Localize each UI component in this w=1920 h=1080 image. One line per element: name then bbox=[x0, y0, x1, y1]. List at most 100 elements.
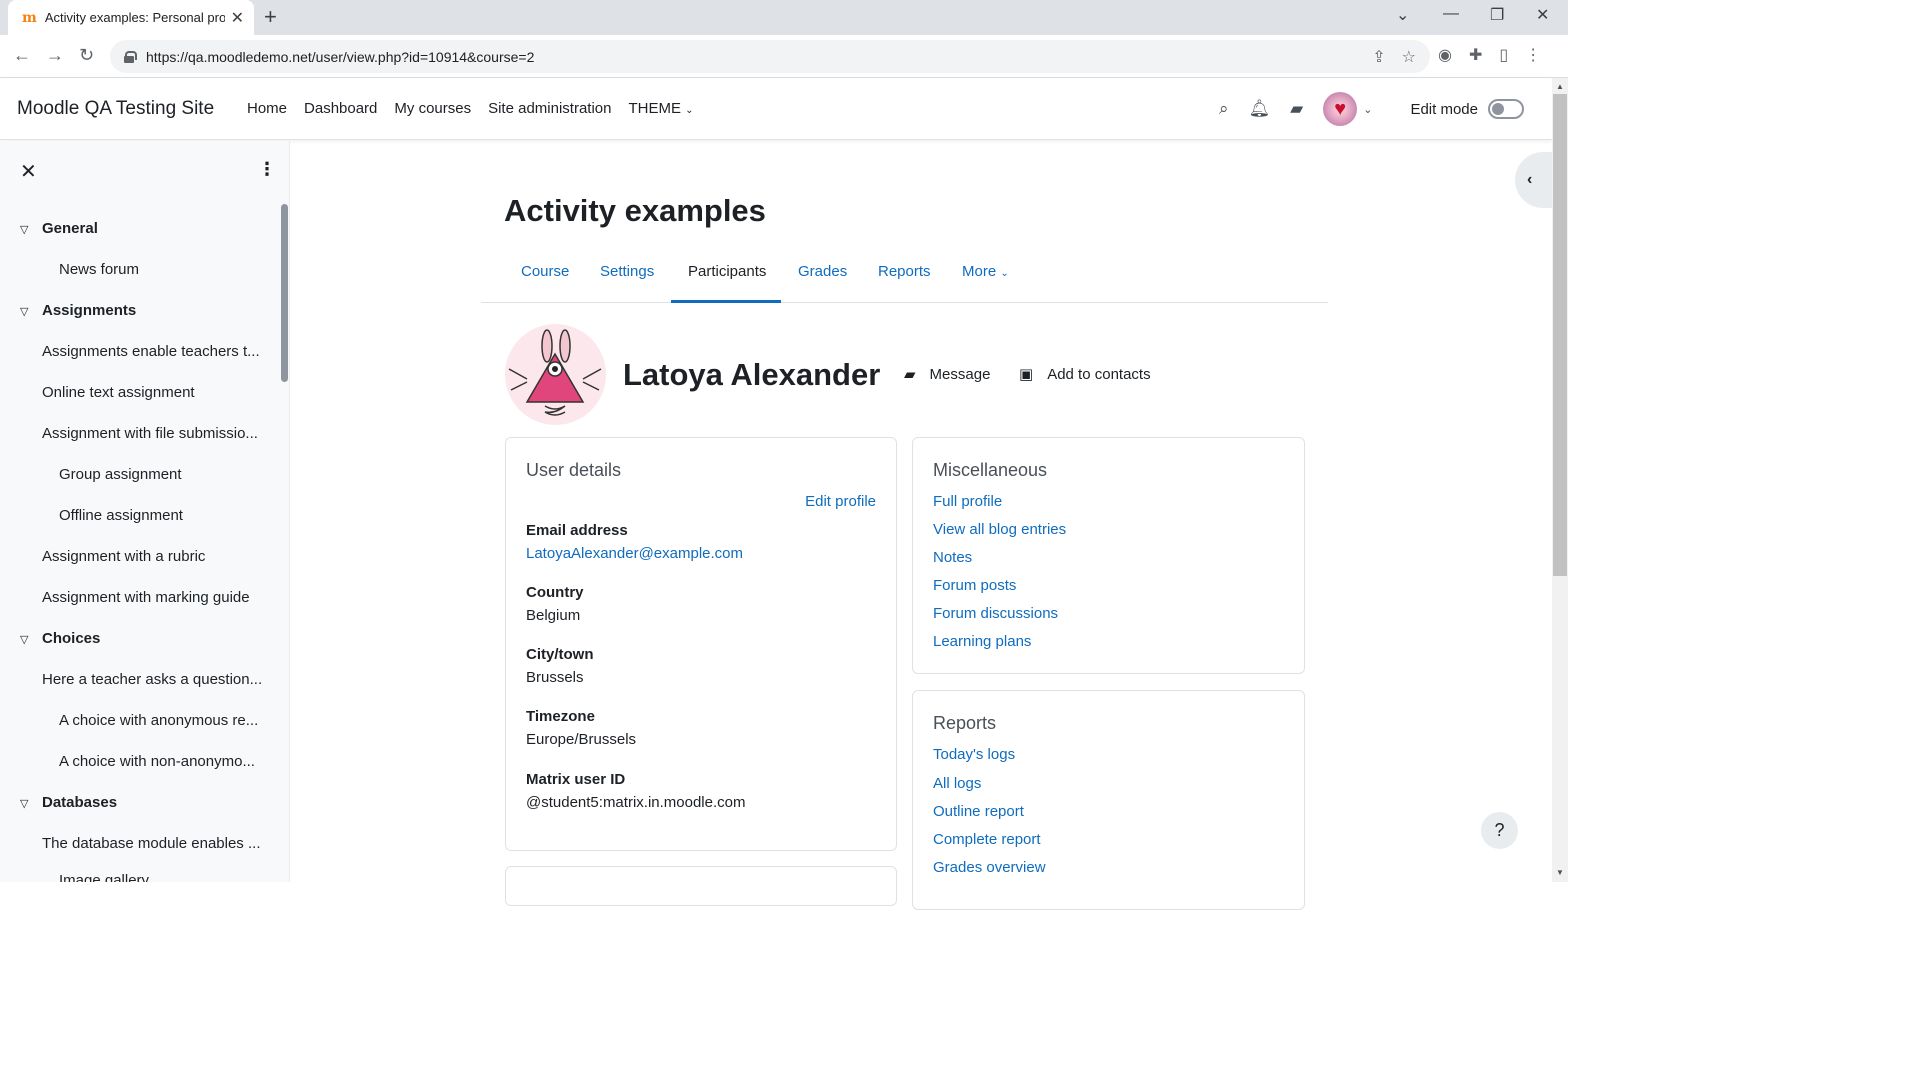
close-window-icon[interactable]: ✕ bbox=[1536, 5, 1549, 25]
course-index-section-assignments[interactable]: Assignments bbox=[42, 302, 136, 319]
nav-theme[interactable]: THEME ⌄ bbox=[629, 100, 694, 117]
site-name[interactable]: Moodle QA Testing Site bbox=[17, 98, 214, 120]
course-index-item[interactable]: A choice with anonymous re... bbox=[59, 712, 258, 729]
course-index-section-general[interactable]: General bbox=[42, 220, 98, 237]
next-card bbox=[505, 866, 897, 906]
field-label: City/town bbox=[526, 646, 594, 663]
email-link[interactable]: LatoyaAlexander@example.com bbox=[526, 545, 743, 562]
course-index-item[interactable]: News forum bbox=[59, 261, 139, 278]
chevron-left-icon: ‹ bbox=[1527, 171, 1533, 188]
course-index-item[interactable]: The database module enables ... bbox=[42, 835, 260, 852]
course-index-item[interactable]: Assignments enable teachers t... bbox=[42, 343, 260, 360]
drawer-scrollbar[interactable] bbox=[281, 204, 288, 382]
field-value: Brussels bbox=[526, 669, 584, 686]
scroll-up-arrow-icon[interactable]: ▲ bbox=[1556, 82, 1564, 91]
chevron-down-icon: ⌄ bbox=[1000, 268, 1009, 279]
chevron-down-icon[interactable]: ▽ bbox=[20, 305, 28, 318]
user-menu-chevron-icon[interactable]: ⌄ bbox=[1363, 103, 1372, 116]
tab-participants[interactable]: Participants bbox=[688, 263, 766, 280]
field-value: @student5:matrix.in.moodle.com bbox=[526, 794, 746, 811]
nav-home[interactable]: Home bbox=[247, 100, 287, 117]
browser-menu-icon[interactable]: ⋮ bbox=[1525, 45, 1541, 65]
tab-reports[interactable]: Reports bbox=[878, 263, 931, 280]
tab-grades[interactable]: Grades bbox=[798, 263, 847, 280]
bookmark-star-icon[interactable]: ☆ bbox=[1402, 47, 1416, 67]
search-icon[interactable]: ⌕ bbox=[1219, 99, 1229, 119]
tab-course[interactable]: Course bbox=[521, 263, 569, 280]
heart-icon: ♥ bbox=[1334, 97, 1347, 120]
chevron-down-icon[interactable]: ▽ bbox=[20, 633, 28, 646]
scroll-down-arrow-icon[interactable]: ▼ bbox=[1556, 868, 1564, 877]
forward-icon[interactable]: → bbox=[46, 45, 64, 65]
minimize-icon[interactable]: — bbox=[1443, 5, 1459, 23]
message-button[interactable]: ▰ Message bbox=[904, 365, 990, 384]
full-profile-link[interactable]: Full profile bbox=[933, 493, 1002, 510]
forum-posts-link[interactable]: Forum posts bbox=[933, 577, 1016, 594]
chevron-down-icon[interactable]: ▽ bbox=[20, 797, 28, 810]
outline-report-link[interactable]: Outline report bbox=[933, 803, 1024, 820]
field-label: Timezone bbox=[526, 708, 595, 725]
course-index-item[interactable]: Online text assignment bbox=[42, 384, 195, 401]
chevron-down-icon[interactable]: ▽ bbox=[20, 223, 28, 236]
tab-search-icon[interactable]: ⌄ bbox=[1396, 5, 1409, 25]
bunny-monster-avatar-icon bbox=[508, 329, 602, 416]
course-index-item[interactable]: A choice with non-anonymo... bbox=[59, 753, 255, 770]
learning-plans-link[interactable]: Learning plans bbox=[933, 633, 1031, 650]
edit-mode-toggle[interactable] bbox=[1488, 99, 1524, 119]
course-index-item[interactable]: Assignment with marking guide bbox=[42, 589, 250, 606]
course-index-item[interactable]: Offline assignment bbox=[59, 507, 183, 524]
forum-discussions-link[interactable]: Forum discussions bbox=[933, 605, 1058, 622]
course-index-item[interactable]: Assignment with a rubric bbox=[42, 548, 205, 565]
help-button[interactable]: ? bbox=[1481, 812, 1518, 849]
browser-tab[interactable]: m Activity examples: Personal profil ✕ bbox=[8, 0, 254, 35]
share-icon[interactable]: ⇪ bbox=[1372, 47, 1385, 67]
all-logs-link[interactable]: All logs bbox=[933, 775, 981, 792]
restore-icon[interactable]: ❐ bbox=[1490, 5, 1504, 25]
nav-my-courses[interactable]: My courses bbox=[394, 100, 471, 117]
kebab-menu-icon[interactable]: ⋮ bbox=[258, 159, 276, 180]
nav-theme-label: THEME bbox=[628, 100, 682, 117]
side-panel-icon[interactable]: ▯ bbox=[1499, 45, 1508, 65]
extension-icon[interactable]: ◉ bbox=[1438, 45, 1452, 65]
messages-icon[interactable]: ▰ bbox=[1290, 99, 1303, 119]
address-bar[interactable]: https://qa.moodledemo.net/user/view.php?… bbox=[110, 40, 1430, 73]
page-title: Activity examples bbox=[504, 193, 766, 228]
grades-overview-link[interactable]: Grades overview bbox=[933, 859, 1046, 876]
course-index-item[interactable]: Image gallery bbox=[59, 872, 149, 882]
reload-icon[interactable]: ↻ bbox=[79, 45, 94, 65]
address-card-icon: ▣ bbox=[1019, 366, 1034, 383]
edit-mode-label: Edit mode bbox=[1410, 100, 1478, 118]
page-scrollbar[interactable]: ▲ ▼ bbox=[1552, 78, 1568, 882]
notification-bell-icon[interactable]: 🔔︎ bbox=[1249, 99, 1271, 119]
back-icon[interactable]: ← bbox=[13, 45, 31, 65]
nav-dashboard[interactable]: Dashboard bbox=[304, 100, 377, 117]
course-index-item[interactable]: Here a teacher asks a question... bbox=[42, 671, 262, 688]
blog-entries-link[interactable]: View all blog entries bbox=[933, 521, 1066, 538]
user-menu-avatar[interactable]: ♥ bbox=[1323, 92, 1358, 126]
message-bubble-icon: ▰ bbox=[904, 366, 916, 383]
new-tab-icon[interactable]: + bbox=[264, 6, 277, 28]
notes-link[interactable]: Notes bbox=[933, 549, 972, 566]
tab-close-icon[interactable]: ✕ bbox=[231, 8, 244, 28]
nav-site-administration[interactable]: Site administration bbox=[488, 100, 611, 117]
course-index-section-choices[interactable]: Choices bbox=[42, 630, 100, 647]
open-block-drawer-button[interactable]: ‹ bbox=[1515, 152, 1555, 208]
course-index-item[interactable]: Assignment with file submissio... bbox=[42, 425, 258, 442]
todays-logs-link[interactable]: Today's logs bbox=[933, 746, 1015, 763]
lock-icon[interactable] bbox=[124, 50, 137, 63]
edit-profile-link[interactable]: Edit profile bbox=[805, 493, 876, 510]
miscellaneous-card: Miscellaneous Full profile View all blog… bbox=[912, 437, 1305, 674]
course-index-item[interactable]: Group assignment bbox=[59, 466, 182, 483]
card-title: Reports bbox=[933, 713, 997, 733]
scrollbar-thumb[interactable] bbox=[1553, 94, 1567, 576]
add-to-contacts-label: Add to contacts bbox=[1047, 365, 1151, 383]
tab-settings[interactable]: Settings bbox=[600, 263, 654, 280]
add-to-contacts-button[interactable]: ▣ Add to contacts bbox=[1019, 365, 1151, 384]
puzzle-icon[interactable]: ✚ bbox=[1469, 45, 1482, 65]
field-label: Matrix user ID bbox=[526, 771, 626, 788]
tab-more[interactable]: More ⌄ bbox=[962, 263, 1009, 280]
chevron-down-icon: ⌄ bbox=[685, 105, 694, 116]
course-index-section-databases[interactable]: Databases bbox=[42, 794, 117, 811]
complete-report-link[interactable]: Complete report bbox=[933, 831, 1041, 848]
close-drawer-icon[interactable]: ✕ bbox=[20, 159, 37, 184]
